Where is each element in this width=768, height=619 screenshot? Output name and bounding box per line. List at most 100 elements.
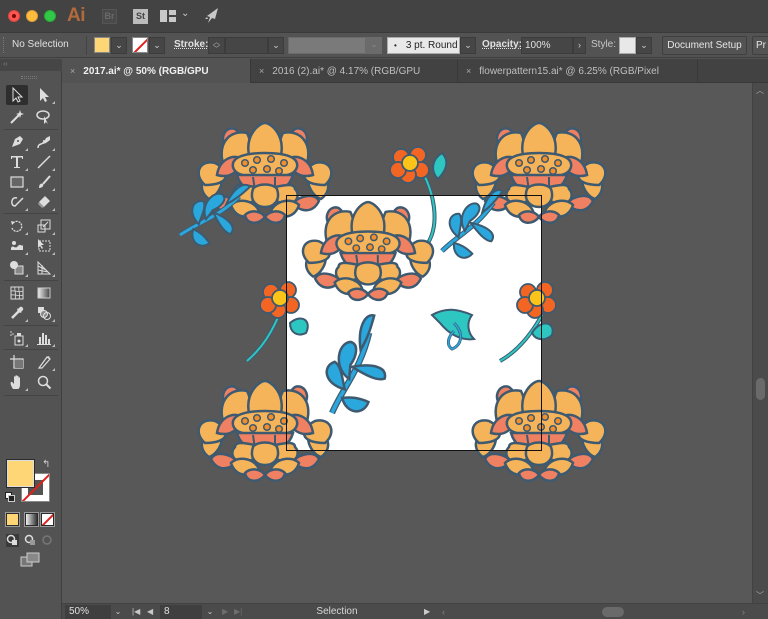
fill-color-box[interactable] — [6, 459, 35, 488]
small-flower-left[interactable] — [259, 281, 300, 319]
artboard-dropdown[interactable]: ⌄ — [204, 605, 216, 619]
zoom-dropdown[interactable]: ⌄ — [112, 605, 124, 619]
zoom-level-input[interactable]: 50% — [65, 605, 111, 619]
mesh-tool[interactable] — [6, 283, 28, 303]
scroll-left-icon[interactable]: ‹ — [442, 605, 445, 619]
color-mode-button[interactable] — [6, 513, 19, 526]
chevron-down-icon[interactable]: ⌄ — [181, 8, 189, 19]
minimize-window-button[interactable] — [26, 10, 38, 22]
gradient-mode-button[interactable] — [25, 513, 38, 526]
maximize-window-button[interactable] — [44, 10, 56, 22]
draw-inside-icon[interactable] — [41, 534, 54, 547]
blue-sprig-center[interactable] — [299, 313, 416, 426]
artboard-number-input[interactable]: 8 — [160, 605, 202, 619]
variable-width-dropdown[interactable]: ⌄ — [366, 37, 382, 54]
graphic-style-swatch[interactable] — [619, 37, 636, 54]
swap-fill-stroke-icon[interactable]: ↰ — [42, 459, 50, 470]
scale-tool[interactable] — [33, 216, 55, 236]
close-window-button[interactable] — [8, 10, 20, 22]
current-tool-status[interactable]: Selection — [252, 605, 422, 619]
status-menu-arrow-icon[interactable]: ▶ — [424, 605, 430, 619]
stock-button[interactable]: St — [133, 9, 148, 24]
opacity-expand-button[interactable]: › — [573, 37, 586, 54]
lotus-center[interactable] — [301, 200, 435, 302]
document-setup-button[interactable]: Document Setup — [662, 36, 747, 55]
artboard-tool[interactable] — [6, 352, 28, 372]
next-artboard-button[interactable]: ▶ — [222, 605, 228, 619]
type-tool[interactable] — [6, 152, 28, 172]
horizontal-scroll-thumb[interactable] — [602, 607, 624, 617]
scroll-up-icon[interactable]: ︿ — [756, 85, 764, 96]
shaper-tool[interactable] — [6, 192, 28, 212]
paintbrush-tool[interactable] — [33, 172, 55, 192]
rectangle-tool[interactable] — [6, 172, 28, 192]
tab-flowerpattern15[interactable]: × flowerpattern15.ai* @ 6.25% (RGB/Pixel … — [458, 59, 698, 101]
close-tab-icon[interactable]: × — [70, 66, 75, 76]
default-fill-stroke-icon[interactable] — [5, 492, 15, 502]
direct-selection-tool[interactable] — [33, 85, 55, 105]
canvas-area[interactable] — [62, 83, 752, 603]
lasso-tool[interactable] — [33, 107, 55, 127]
line-segment-tool[interactable] — [33, 152, 55, 172]
symbol-sprayer-tool[interactable] — [6, 328, 28, 348]
free-transform-tool[interactable] — [33, 236, 55, 256]
eraser-tool[interactable] — [33, 192, 55, 212]
scroll-down-icon[interactable]: ﹀ — [756, 590, 764, 601]
gpu-performance-rocket-icon[interactable] — [203, 7, 219, 25]
preferences-button[interactable]: Pr — [752, 36, 768, 55]
pen-tool[interactable] — [6, 132, 28, 152]
brush-dropdown[interactable]: ⌄ — [460, 37, 476, 54]
selection-tool[interactable] — [6, 85, 28, 105]
lotus-bottom-left[interactable] — [197, 379, 333, 483]
shape-builder-tool[interactable] — [6, 258, 28, 278]
previous-artboard-button[interactable]: ◀ — [147, 605, 153, 619]
small-flower-top[interactable] — [389, 146, 430, 184]
stroke-label[interactable]: Stroke: — [174, 39, 208, 50]
variable-width-profile[interactable] — [288, 37, 366, 54]
tab-2017[interactable]: ×2017.ai* @ 50% (RGB/GPU Preview) — [62, 59, 251, 101]
tab-2016-2[interactable]: ×2016 (2).ai* @ 4.17% (RGB/GPU Preview) — [251, 59, 458, 101]
opacity-label[interactable]: Opacity: — [482, 39, 522, 50]
draw-behind-icon[interactable] — [24, 534, 37, 547]
artwork-layer[interactable] — [62, 83, 752, 603]
arrange-documents-icon[interactable] — [160, 10, 176, 22]
lotus-bottom-right[interactable] — [471, 379, 607, 483]
stroke-weight-spinner[interactable]: ︿ ﹀ — [208, 37, 225, 54]
zoom-tool[interactable] — [33, 372, 55, 392]
blend-tool[interactable] — [33, 303, 55, 323]
perspective-grid-tool[interactable] — [33, 258, 55, 278]
first-artboard-button[interactable]: |◀ — [132, 605, 140, 619]
vertical-scroll-thumb[interactable] — [756, 378, 765, 400]
panel-grip[interactable] — [21, 76, 37, 79]
eyedropper-tool[interactable] — [6, 303, 28, 323]
change-screen-mode-icon[interactable] — [20, 552, 40, 567]
close-tab-icon[interactable]: × — [466, 66, 471, 76]
style-dropdown[interactable]: ⌄ — [636, 37, 652, 54]
fill-swatch[interactable] — [94, 37, 110, 53]
stroke-weight-dropdown[interactable]: ⌄ — [268, 37, 284, 54]
opacity-input[interactable]: 100% — [521, 37, 573, 54]
scroll-right-icon[interactable]: › — [742, 605, 745, 619]
none-mode-button[interactable] — [41, 513, 54, 526]
magic-wand-tool[interactable] — [6, 107, 28, 127]
warp-tool[interactable] — [6, 236, 28, 256]
panel-grip[interactable] — [3, 37, 5, 53]
close-tab-icon[interactable]: × — [259, 66, 264, 76]
draw-normal-icon[interactable] — [6, 534, 19, 547]
curvature-tool[interactable] — [33, 132, 55, 152]
rotate-tool[interactable] — [6, 216, 28, 236]
stroke-dropdown[interactable]: ⌄ — [149, 37, 165, 54]
gradient-tool[interactable] — [33, 283, 55, 303]
small-flower-right[interactable] — [516, 281, 557, 319]
brush-definition[interactable]: • 3 pt. Round — [387, 37, 460, 54]
fill-dropdown[interactable]: ⌄ — [111, 37, 127, 54]
collapse-panel-button[interactable]: ‹‹ — [0, 59, 62, 71]
column-graph-tool[interactable] — [33, 328, 55, 348]
bridge-button[interactable]: Br — [102, 9, 117, 24]
last-artboard-button[interactable]: ▶| — [234, 605, 242, 619]
stroke-swatch-none[interactable] — [132, 37, 148, 53]
stroke-weight-input[interactable] — [225, 37, 268, 54]
slice-tool[interactable] — [33, 352, 55, 372]
vertical-scrollbar[interactable]: ︿ ﹀ — [752, 83, 768, 603]
hand-tool[interactable] — [6, 372, 28, 392]
